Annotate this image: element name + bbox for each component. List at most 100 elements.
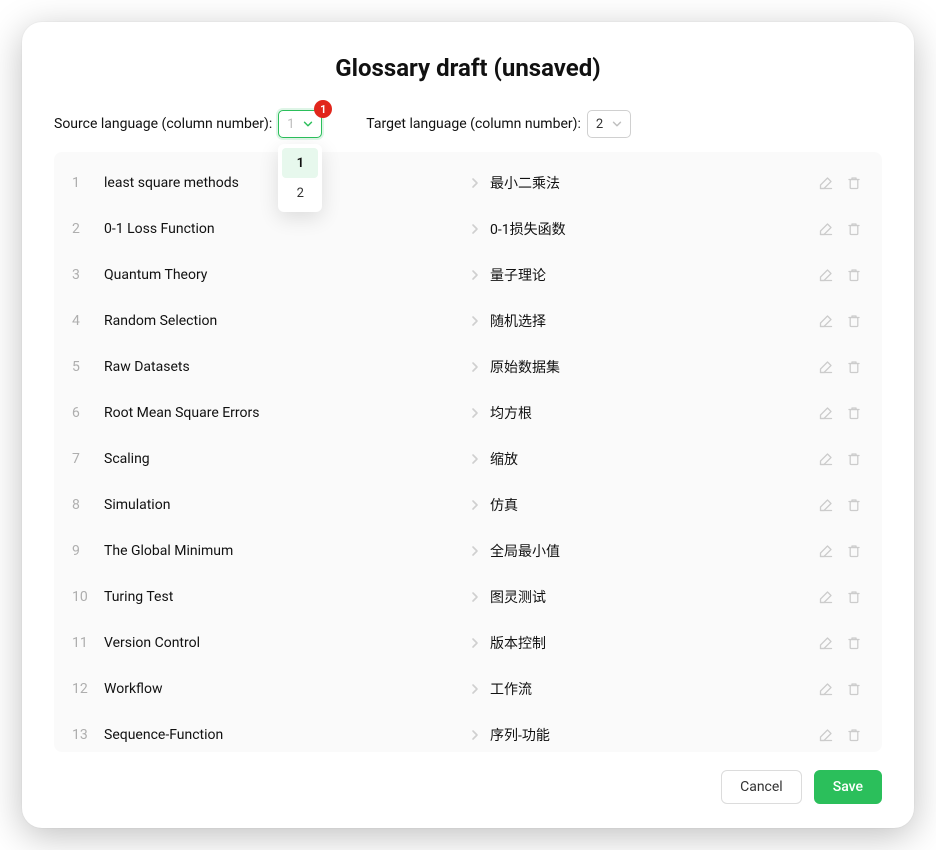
row-index: 12 (72, 681, 100, 697)
delete-icon[interactable] (846, 175, 862, 191)
chevron-down-icon (303, 119, 313, 129)
table-row: 7Scaling缩放 (54, 436, 882, 482)
row-source: Version Control (100, 635, 460, 651)
source-select-badge: 1 (314, 100, 332, 118)
row-actions (818, 405, 864, 421)
delete-icon[interactable] (846, 359, 862, 375)
row-index: 5 (72, 359, 100, 375)
row-index: 13 (72, 727, 100, 743)
delete-icon[interactable] (846, 221, 862, 237)
dropdown-option-1[interactable]: 1 (282, 148, 318, 178)
edit-icon[interactable] (818, 589, 834, 605)
edit-icon[interactable] (818, 543, 834, 559)
table-row: 4Random Selection随机选择 (54, 298, 882, 344)
row-target: 序列-功能 (490, 725, 818, 745)
dropdown-option-2[interactable]: 2 (282, 178, 318, 208)
row-target: 量子理论 (490, 265, 818, 285)
row-target: 全局最小值 (490, 541, 818, 561)
table-row: 1least square methods最小二乘法 (54, 160, 882, 206)
edit-icon[interactable] (818, 451, 834, 467)
edit-icon[interactable] (818, 221, 834, 237)
row-actions (818, 359, 864, 375)
delete-icon[interactable] (846, 405, 862, 421)
edit-icon[interactable] (818, 175, 834, 191)
delete-icon[interactable] (846, 589, 862, 605)
delete-icon[interactable] (846, 451, 862, 467)
table-row: 6Root Mean Square Errors均方根 (54, 390, 882, 436)
edit-icon[interactable] (818, 405, 834, 421)
delete-icon[interactable] (846, 267, 862, 283)
table-row: 11Version Control版本控制 (54, 620, 882, 666)
chevron-right-icon (460, 361, 490, 373)
glossary-draft-modal: Glossary draft (unsaved) Source language… (22, 22, 914, 828)
delete-icon[interactable] (846, 497, 862, 513)
delete-icon[interactable] (846, 543, 862, 559)
row-actions (818, 497, 864, 513)
row-source: Random Selection (100, 313, 460, 329)
row-index: 2 (72, 221, 100, 237)
delete-icon[interactable] (846, 681, 862, 697)
row-actions (818, 543, 864, 559)
delete-icon[interactable] (846, 635, 862, 651)
cancel-button[interactable]: Cancel (721, 770, 802, 804)
page-title: Glossary draft (unsaved) (54, 54, 882, 82)
table-row: 10Turing Test图灵测试 (54, 574, 882, 620)
edit-icon[interactable] (818, 635, 834, 651)
row-target: 工作流 (490, 679, 818, 699)
row-actions (818, 635, 864, 651)
target-language-label: Target language (column number): (366, 116, 581, 132)
edit-icon[interactable] (818, 267, 834, 283)
row-target: 仿真 (490, 495, 818, 515)
edit-icon[interactable] (818, 359, 834, 375)
table-row: 8Simulation 仿真 (54, 482, 882, 528)
source-language-group: Source language (column number): 1 1 1 2 (54, 110, 322, 138)
source-language-dropdown: 1 2 (278, 144, 322, 212)
row-source: Raw Datasets (100, 359, 460, 375)
table-row: 5Raw Datasets 原始数据集 (54, 344, 882, 390)
edit-icon[interactable] (818, 313, 834, 329)
row-index: 7 (72, 451, 100, 467)
row-target: 原始数据集 (490, 357, 818, 377)
glossary-table: 1least square methods最小二乘法20-1 Loss Func… (54, 152, 882, 752)
edit-icon[interactable] (818, 681, 834, 697)
chevron-right-icon (460, 729, 490, 741)
chevron-right-icon (460, 499, 490, 511)
row-index: 8 (72, 497, 100, 513)
chevron-right-icon (460, 683, 490, 695)
edit-icon[interactable] (818, 727, 834, 743)
chevron-right-icon (460, 637, 490, 649)
row-target: 0-1损失函数 (490, 219, 818, 239)
row-source: The Global Minimum (100, 543, 460, 559)
row-target: 随机选择 (490, 311, 818, 331)
chevron-right-icon (460, 545, 490, 557)
target-language-select[interactable]: 2 (587, 110, 631, 138)
save-button[interactable]: Save (814, 770, 882, 804)
delete-icon[interactable] (846, 727, 862, 743)
delete-icon[interactable] (846, 313, 862, 329)
row-actions (818, 681, 864, 697)
table-row: 13Sequence-Function 序列-功能 (54, 712, 882, 752)
edit-icon[interactable] (818, 497, 834, 513)
row-target: 均方根 (490, 403, 818, 423)
chevron-down-icon (612, 119, 622, 129)
row-target: 缩放 (490, 449, 818, 469)
row-source: Quantum Theory (100, 267, 460, 283)
row-index: 9 (72, 543, 100, 559)
source-language-label: Source language (column number): (54, 116, 272, 132)
source-language-value: 1 (287, 117, 294, 132)
table-row: 9The Global Minimum 全局最小值 (54, 528, 882, 574)
row-target: 版本控制 (490, 633, 818, 653)
chevron-right-icon (460, 407, 490, 419)
row-actions (818, 175, 864, 191)
target-language-group: Target language (column number): 2 (366, 110, 631, 138)
row-actions (818, 589, 864, 605)
row-actions (818, 267, 864, 283)
row-source: Simulation (100, 497, 460, 513)
row-actions (818, 313, 864, 329)
row-source: 0-1 Loss Function (100, 221, 460, 237)
target-language-value: 2 (596, 117, 603, 132)
chevron-right-icon (460, 177, 490, 189)
row-index: 1 (72, 175, 100, 191)
row-source: Sequence-Function (100, 727, 460, 743)
row-source: Turing Test (100, 589, 460, 605)
